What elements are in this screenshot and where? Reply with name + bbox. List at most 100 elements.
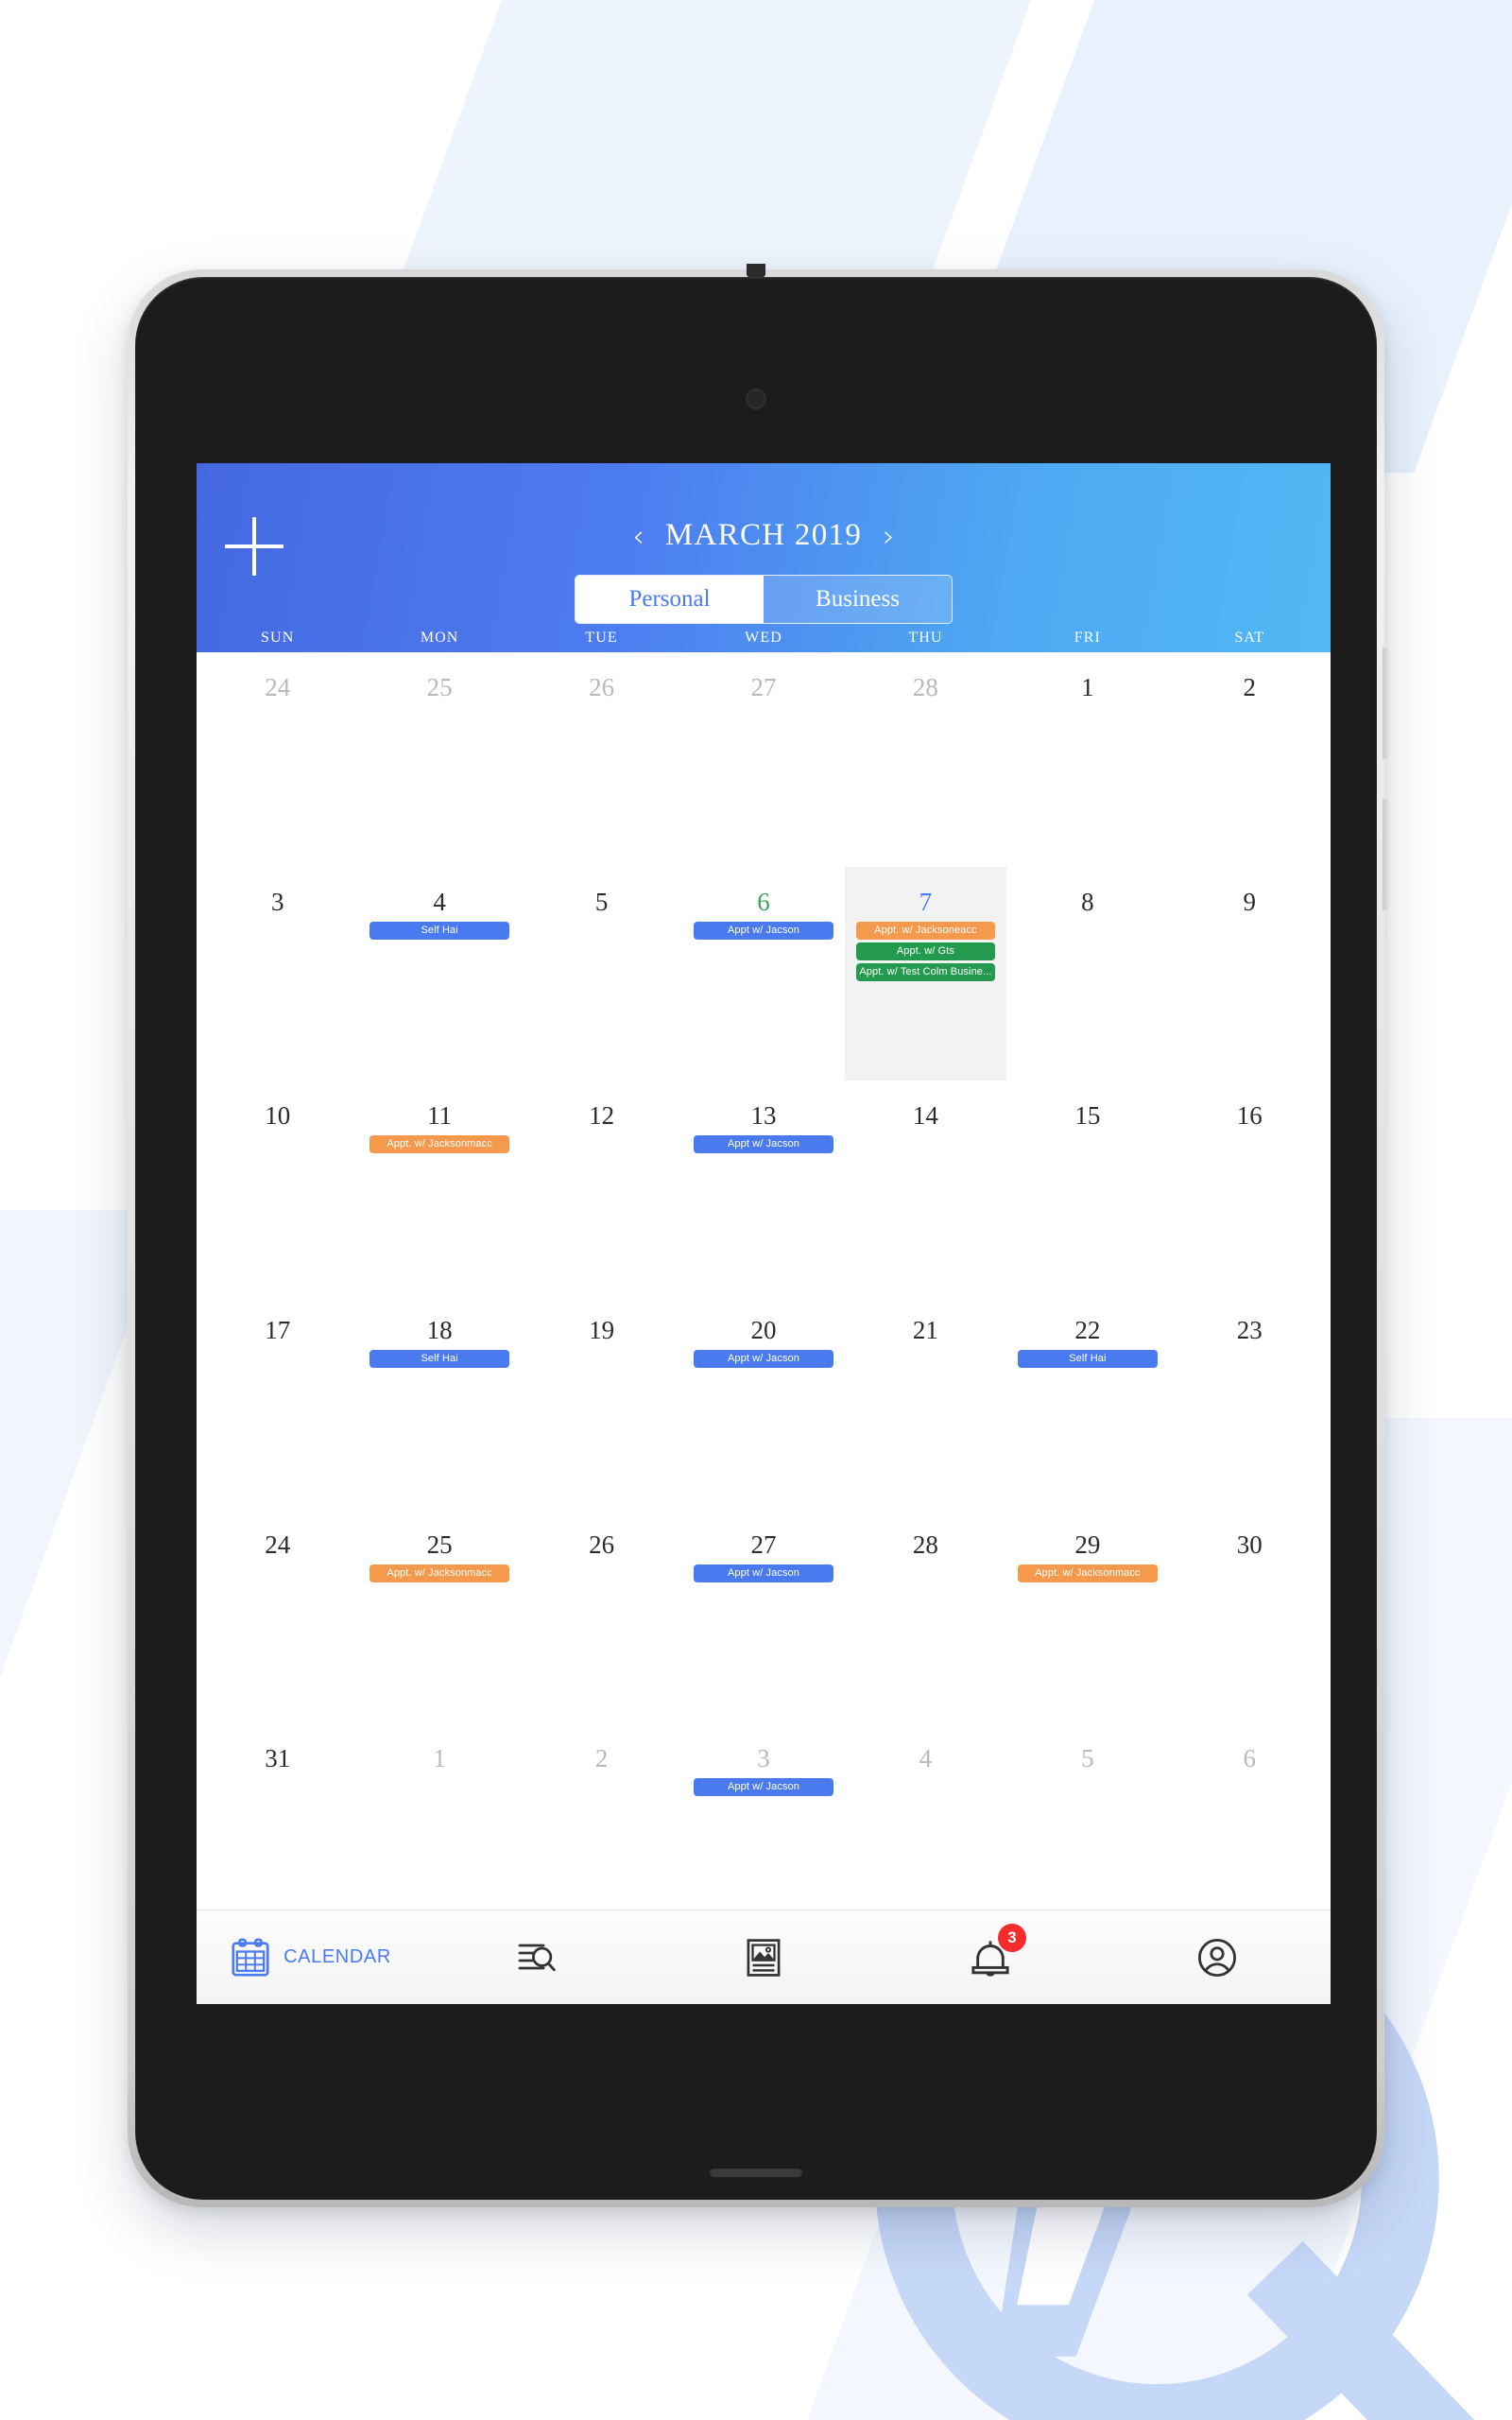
weekday-tue: TUE [585, 630, 618, 646]
day-events: Appt. w/ Jacksonmacc [358, 1135, 520, 1154]
calendar-day-cell[interactable]: 8 [1006, 867, 1168, 1081]
event-chip[interactable]: Self Hai [1018, 1350, 1158, 1368]
calendar-day-cell[interactable]: 2 [521, 1723, 682, 1938]
calendar-day-cell[interactable]: 27 [682, 652, 844, 867]
nav-item-calendar[interactable]: CALENDAR [197, 1910, 423, 2004]
calendar-day-cell[interactable]: 4 [845, 1723, 1006, 1938]
calendar-day-cell[interactable]: 17 [197, 1295, 358, 1510]
event-chip[interactable]: Appt w/ Jacson [694, 1778, 833, 1797]
notification-badge: 3 [998, 1924, 1026, 1952]
tablet-device-frame: ‹ MARCH 2019 › Personal Business SUN MON… [128, 264, 1391, 2207]
day-number: 11 [427, 1101, 453, 1131]
volume-up-button[interactable] [1383, 648, 1391, 759]
day-number: 24 [265, 673, 291, 701]
calendar-day-cell[interactable]: 9 [1169, 867, 1331, 1081]
event-chip[interactable]: Appt w/ Jacson [694, 921, 833, 940]
event-chip[interactable]: Appt w/ Jacson [694, 1350, 833, 1368]
nav-item-search[interactable] [423, 1910, 650, 2004]
calendar-day-cell[interactable]: 1 [358, 1723, 520, 1938]
calendar-day-cell[interactable]: 28 [845, 652, 1006, 867]
day-number: 15 [1074, 1101, 1101, 1131]
day-number: 14 [912, 1101, 938, 1131]
day-number: 24 [265, 1530, 291, 1559]
day-number: 29 [1074, 1530, 1101, 1559]
calendar-day-cell[interactable]: 21 [845, 1295, 1006, 1510]
event-chip[interactable]: Appt. w/ Jacksoneacc [855, 921, 996, 940]
day-number: 17 [265, 1316, 291, 1344]
day-number: 6 [1243, 1744, 1257, 1773]
calendar-day-cell[interactable]: 11 Appt. w/ Jacksonmacc [358, 1080, 520, 1295]
day-number: 5 [594, 887, 609, 916]
event-chip[interactable]: Appt. w/ Jacksonmacc [369, 1564, 509, 1582]
device-top-notch [747, 264, 765, 277]
calendar-day-cell[interactable]: 19 [521, 1295, 682, 1510]
calendar-week-row: 24 25 Appt. w/ Jacksonmacc 26 27 Appt w/ Jacs… [197, 1510, 1331, 1724]
day-number: 3 [757, 1744, 770, 1773]
event-chip[interactable]: Appt. w/ Jacksonmacc [1018, 1564, 1158, 1582]
previous-month-icon[interactable]: ‹ [632, 521, 644, 551]
event-chip[interactable]: Appt w/ Jacson [694, 1564, 833, 1582]
calendar-day-cell[interactable]: 14 [845, 1080, 1006, 1295]
calendar-day-cell[interactable]: 6 Appt w/ Jacson [682, 867, 844, 1081]
calendar-day-cell[interactable]: 6 [1169, 1723, 1331, 1938]
calendar-day-cell[interactable]: 3 [197, 867, 358, 1081]
event-chip[interactable]: Self Hai [369, 921, 509, 940]
calendar-day-cell[interactable]: 20 Appt w/ Jacson [682, 1295, 844, 1510]
day-events: Self Hai [358, 921, 520, 940]
calendar-day-cell[interactable]: 5 [521, 867, 682, 1081]
calendar-day-cell[interactable]: 26 [521, 1510, 682, 1724]
calendar-day-cell[interactable]: 7 Appt. w/ Jacksoneacc Appt. w/ Gts Appt. w… [844, 866, 1007, 1081]
calendar-day-cell[interactable]: 24 [197, 652, 358, 867]
event-chip[interactable]: Self Hai [369, 1350, 509, 1368]
nav-item-profile[interactable] [1104, 1910, 1331, 2004]
calendar-day-cell[interactable]: 29 Appt. w/ Jacksonmacc [1006, 1510, 1168, 1724]
bottom-navigation-bar: CALENDAR 3 [197, 1910, 1331, 2004]
calendar-day-cell[interactable]: 16 [1169, 1080, 1331, 1295]
nav-item-media[interactable] [650, 1910, 877, 2004]
day-number: 25 [426, 1530, 453, 1559]
volume-down-button[interactable] [1383, 799, 1391, 910]
calendar-day-cell[interactable]: 1 [1006, 652, 1168, 867]
calendar-day-cell[interactable]: 12 [521, 1080, 682, 1295]
tab-personal[interactable]: Personal [576, 576, 764, 623]
app-screen: ‹ MARCH 2019 › Personal Business SUN MON… [197, 463, 1331, 2004]
calendar-day-cell[interactable]: 10 [197, 1080, 358, 1295]
day-number: 12 [589, 1101, 615, 1131]
calendar-day-cell[interactable]: 4 Self Hai [358, 867, 520, 1081]
calendar-day-cell[interactable]: 2 [1169, 652, 1331, 867]
day-number: 16 [1236, 1101, 1263, 1131]
calendar-day-cell[interactable]: 25 [358, 652, 520, 867]
calendar-day-cell[interactable]: 23 [1169, 1295, 1331, 1510]
calendar-day-cell[interactable]: 3 Appt w/ Jacson [682, 1723, 844, 1938]
calendar-day-cell[interactable]: 26 [521, 652, 682, 867]
day-number: 1 [1081, 673, 1094, 701]
day-number: 7 [919, 887, 933, 916]
front-camera-icon [746, 389, 766, 409]
calendar-day-cell[interactable]: 15 [1006, 1080, 1168, 1295]
day-number: 28 [912, 1530, 938, 1559]
event-chip[interactable]: Appt w/ Jacson [694, 1135, 833, 1154]
calendar-day-cell[interactable]: 5 [1006, 1723, 1168, 1938]
day-events: Appt w/ Jacson [682, 1778, 844, 1797]
calendar-day-cell[interactable]: 31 [197, 1723, 358, 1938]
weekday-mon: MON [420, 630, 459, 646]
event-chip[interactable]: Appt. w/ Jacksonmacc [369, 1135, 509, 1154]
calendar-day-cell[interactable]: 28 [845, 1510, 1006, 1724]
next-month-icon[interactable]: › [883, 521, 895, 551]
calendar-day-cell[interactable]: 25 Appt. w/ Jacksonmacc [358, 1510, 520, 1724]
calendar-type-toggle: Personal Business [575, 575, 953, 624]
calendar-icon [232, 1938, 269, 1977]
calendar-day-cell[interactable]: 13 Appt w/ Jacson [682, 1080, 844, 1295]
day-number: 18 [426, 1316, 453, 1344]
event-chip[interactable]: Appt. w/ Gts [855, 942, 996, 960]
nav-item-notifications[interactable]: 3 [877, 1910, 1104, 2004]
calendar-day-cell[interactable]: 30 [1169, 1510, 1331, 1724]
calendar-day-cell[interactable]: 24 [197, 1510, 358, 1724]
calendar-day-cell[interactable]: 18 Self Hai [358, 1295, 520, 1510]
tab-business[interactable]: Business [764, 576, 952, 623]
calendar-day-cell[interactable]: 22 Self Hai [1006, 1295, 1168, 1510]
weekday-fri: FRI [1074, 630, 1101, 646]
calendar-day-cell[interactable]: 27 Appt w/ Jacson [682, 1510, 844, 1724]
day-number: 25 [426, 673, 453, 701]
event-chip[interactable]: Appt. w/ Test Colm Busine... [855, 962, 996, 981]
